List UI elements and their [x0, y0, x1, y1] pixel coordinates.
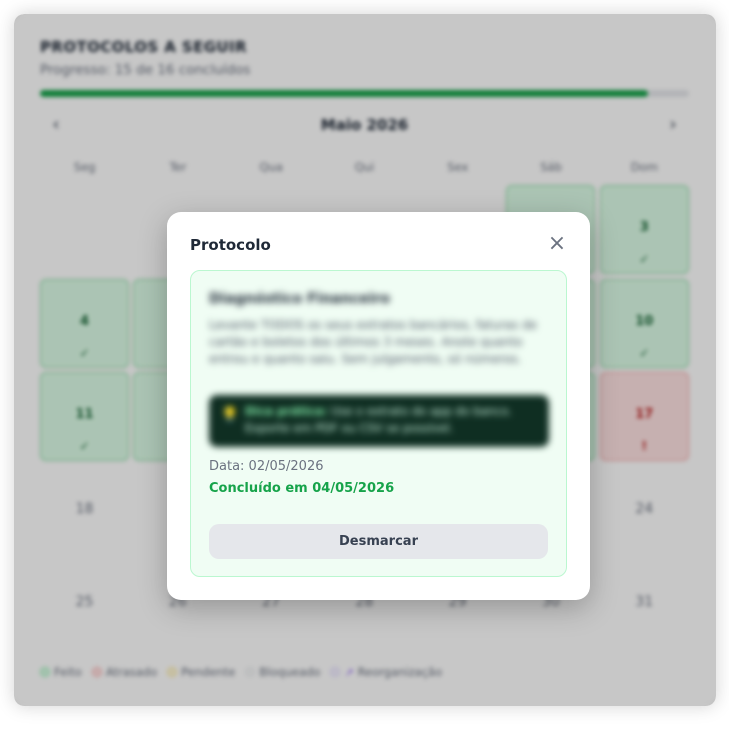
- protocol-item-title: Diagnóstico Financeiro: [209, 291, 390, 307]
- protocol-detail-box: Diagnóstico Financeiro Levante TODOS os …: [190, 270, 567, 577]
- lightbulb-icon: 💡: [221, 407, 239, 423]
- unmark-button[interactable]: Desmarcar: [209, 524, 548, 559]
- close-icon[interactable]: ×: [546, 233, 568, 256]
- modal-title: Protocolo: [190, 236, 271, 254]
- tip-label: Dica prática:: [245, 404, 328, 418]
- protocols-card: PROTOCOLOS A SEGUIR Progresso: 15 de 16 …: [14, 14, 716, 706]
- page: PROTOCOLOS A SEGUIR Progresso: 15 de 16 …: [0, 0, 729, 735]
- protocol-date: Data: 02/05/2026: [209, 459, 324, 474]
- protocol-item-description: Levante TODOS os seus extratos bancários…: [209, 318, 538, 366]
- practical-tip: 💡 Dica prática: Use o extrato do app do …: [209, 395, 549, 447]
- completed-date: Concluído em 04/05/2026: [209, 481, 395, 496]
- protocol-modal: Protocolo × Diagnóstico Financeiro Levan…: [167, 212, 590, 600]
